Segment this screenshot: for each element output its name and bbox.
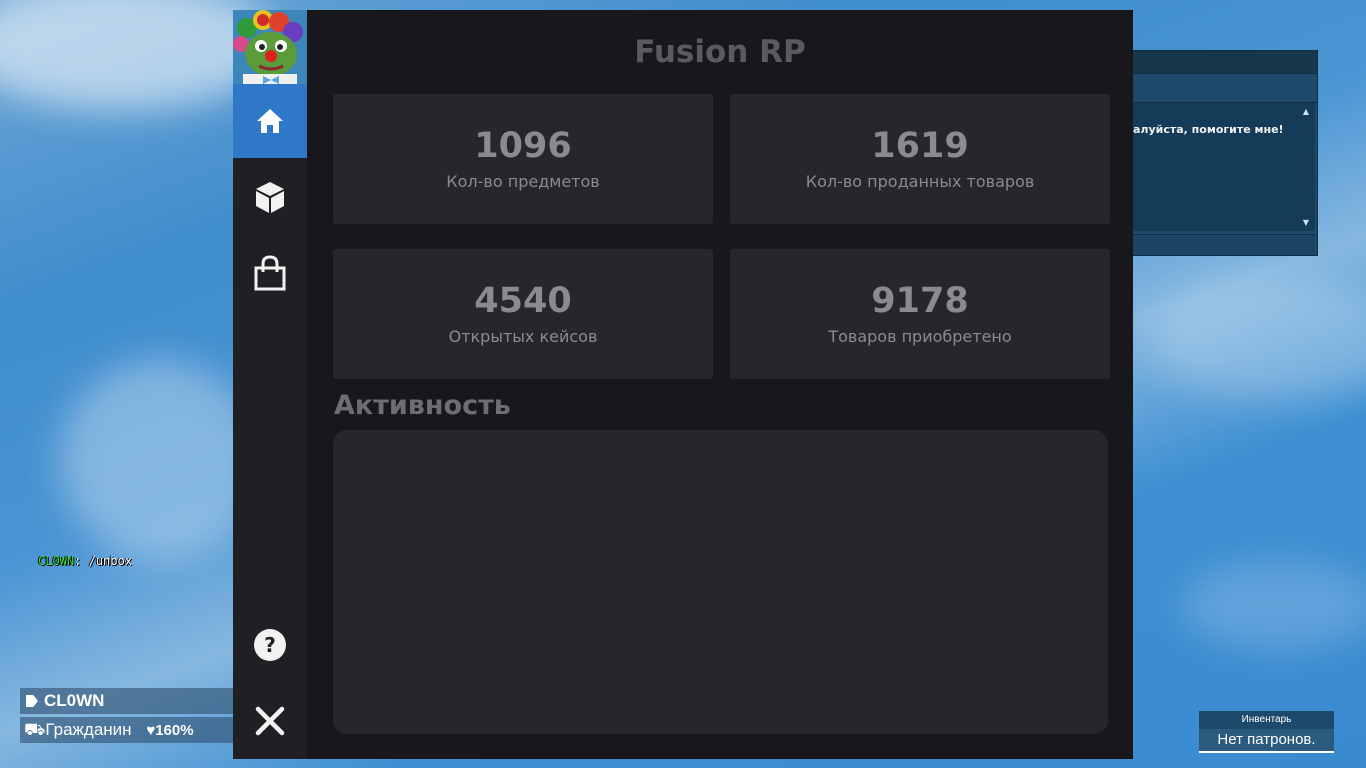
hud-job: Гражданин: [45, 720, 132, 739]
help-button[interactable]: ?: [233, 608, 307, 682]
stat-card-purchased: 9178 Товаров приобретено: [730, 249, 1110, 379]
stat-card-sold: 1619 Кол-во проданных товаров: [730, 94, 1110, 224]
stat-label: Товаров приобретено: [828, 327, 1012, 346]
avatar[interactable]: [233, 10, 307, 84]
cloud: [1150, 280, 1366, 400]
chat-window-tabs: [1101, 74, 1317, 103]
chat-window-message: алуйста, помогите мне!: [1133, 123, 1284, 136]
ammo-value: Нет патронов.: [1199, 729, 1334, 753]
home-icon: [257, 109, 283, 133]
chat-message: CLOWN: /unbox: [38, 554, 132, 568]
close-button[interactable]: [233, 684, 307, 758]
avatar-image: [233, 10, 307, 84]
stat-value: 9178: [871, 281, 969, 321]
chat-window-body: алуйста, помогите мне! ▲ ▼: [1101, 103, 1315, 231]
stat-value: 1096: [474, 126, 572, 166]
ammo-title: Инвентарь: [1199, 711, 1334, 729]
stat-value: 1619: [871, 126, 969, 166]
hud-name-text: CL0WN: [44, 691, 105, 710]
stat-label: Открытых кейсов: [448, 327, 598, 346]
chat-window-titlebar[interactable]: [1101, 51, 1317, 74]
nav-shop[interactable]: [233, 236, 307, 310]
scroll-down-icon[interactable]: ▼: [1303, 218, 1309, 227]
chat-text: /unbox: [88, 554, 132, 568]
question-circle-icon: ?: [254, 629, 286, 661]
heart-icon: ♥: [146, 722, 156, 739]
nav-cases[interactable]: [233, 160, 307, 234]
cloud: [1180, 560, 1366, 650]
hud-player-name: CL0WN: [20, 688, 240, 714]
activity-feed: [333, 430, 1108, 734]
stat-card-opened: 4540 Открытых кейсов: [333, 249, 713, 379]
shopping-bag-icon: [254, 255, 286, 291]
page-title: Fusion RP: [634, 34, 806, 70]
activity-title: Активность: [334, 390, 511, 421]
close-icon: [255, 706, 285, 736]
stat-value: 4540: [474, 281, 572, 321]
chat-separator: :: [74, 554, 89, 568]
stat-label: Кол-во предметов: [446, 172, 600, 191]
hud-stats: ⛟Гражданин ♥160%: [20, 717, 240, 743]
hud-health: 160%: [155, 722, 194, 739]
stat-card-items: 1096 Кол-во предметов: [333, 94, 713, 224]
chat-player-name: CLOWN: [38, 554, 75, 568]
cube-icon: [256, 182, 284, 213]
scroll-up-icon[interactable]: ▲: [1303, 107, 1309, 116]
sidebar: ?: [233, 10, 307, 759]
ammo-widget: Инвентарь Нет патронов.: [1199, 711, 1334, 753]
nav-home[interactable]: [233, 84, 307, 158]
chat-window-input[interactable]: [1101, 234, 1315, 255]
stat-label: Кол-во проданных товаров: [805, 172, 1035, 191]
tag-icon: [26, 695, 38, 707]
shop-panel: ? Fusion RP 1096 Кол-во предметов 1619 К…: [233, 10, 1133, 759]
cloud: [60, 360, 260, 560]
svg-text:?: ?: [264, 633, 276, 657]
truck-icon: ⛟: [24, 720, 46, 739]
